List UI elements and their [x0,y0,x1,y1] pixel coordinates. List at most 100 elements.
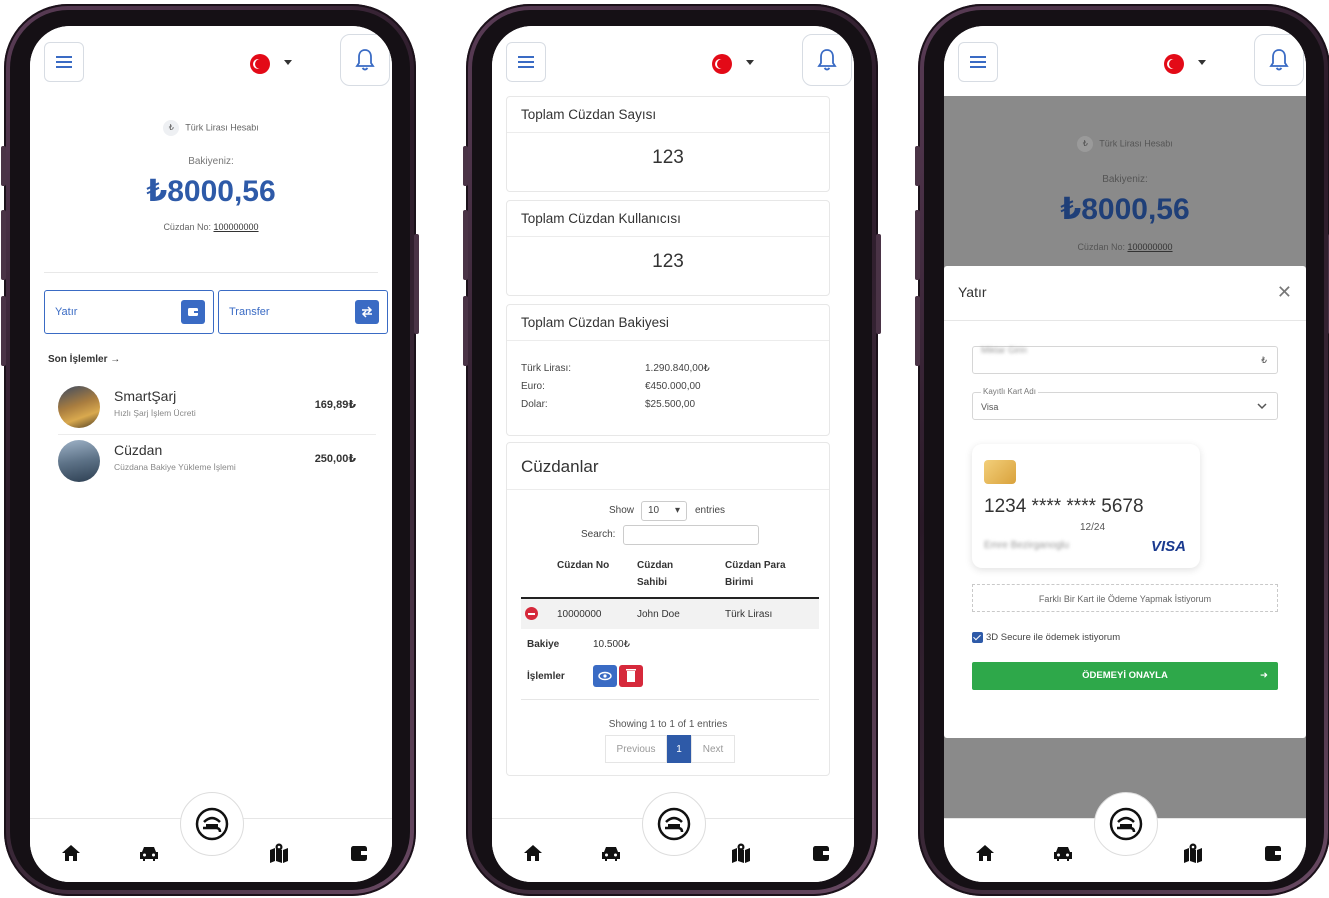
card-number: 1234 **** **** 5678 [984,496,1144,517]
wallet-icon[interactable] [348,842,370,864]
balance-row: Dolar: $25.500,00 [521,399,695,410]
balance-value: 1.290.840,00₺ [645,363,710,374]
card-holder: Emre Bezirganoglu [984,540,1070,551]
charging-brand-button[interactable] [642,792,706,856]
map-icon[interactable] [268,842,290,864]
lira-icon: ₺ [1261,355,1267,365]
column-header-no[interactable]: Cüzdan No [557,557,617,574]
next-page-button[interactable]: Next [691,735,735,763]
card-chip-icon [984,460,1016,484]
card-title: Toplam Cüzdan Sayısı [507,97,829,133]
card-title: Toplam Cüzdan Bakiyesi [507,305,829,341]
column-header-currency[interactable]: Cüzdan Para Birimi [725,557,805,591]
turkey-flag-icon[interactable] [712,54,732,74]
saved-card-label: Kayıtlı Kart Adı [981,387,1038,396]
transfer-arrows-icon [355,300,379,324]
transaction-row[interactable]: Cüzdan Cüzdana Bakiye Yükleme İşlemi 250… [58,438,378,488]
search-input[interactable] [623,525,759,545]
side-button [463,296,468,366]
card-title: Toplam Cüzdan Kullanıcısı [507,201,829,237]
balance-value: €450.000,00 [645,381,701,392]
phone-frame-3: ₺ Türk Lirası Hesabı Bakiyeniz: ₺8000,56 … [915,4,1329,896]
confirm-payment-button[interactable]: ÖDEMEYİ ONAYLA ➜ [972,662,1278,690]
balance-key: Dolar: [521,399,548,410]
column-header-owner[interactable]: Cüzdan Sahibi [637,557,697,591]
balance-label: Bakiyeniz: [188,156,234,167]
detail-balance-value: 10.500₺ [593,639,630,650]
entries-value: 10 [648,505,660,516]
notifications-button[interactable] [802,34,852,86]
page-1-button[interactable]: 1 [667,735,691,763]
transfer-button[interactable]: Transfer [218,290,388,334]
wallet-icon[interactable] [810,842,832,864]
recent-transactions-link[interactable]: Son İşlemler → [48,354,120,365]
confirm-label: ÖDEMEYİ ONAYLA [1082,670,1168,681]
turkey-flag-icon[interactable] [1164,54,1184,74]
side-button [1,146,6,186]
wallet-number-value[interactable]: 100000000 [213,222,258,232]
home-icon[interactable] [974,842,996,864]
delete-button[interactable] [619,665,643,687]
account-type: ₺ Türk Lirası Hesabı [944,136,1306,152]
transfer-label: Transfer [229,306,270,318]
balance-value: $25.500,00 [645,399,696,410]
home-icon[interactable] [522,842,544,864]
lira-icon: ₺ [163,120,180,136]
collapse-row-icon[interactable] [525,607,538,620]
transaction-avatar [58,440,100,482]
side-button [915,210,920,280]
deposit-button[interactable]: Yatır [44,290,214,334]
side-button [414,234,419,334]
wallet-icon [181,300,205,324]
amount-label: Miktar Girin [981,345,1028,355]
trash-icon [626,669,636,682]
charger-logo-icon [195,807,229,841]
different-card-button[interactable]: Farklı Bir Kart ile Ödeme Yapmak İstiyor… [972,584,1278,612]
menu-button[interactable] [958,42,998,82]
cell-owner: John Doe [637,609,680,620]
entries-label: entries [695,505,726,516]
car-icon[interactable] [600,842,622,864]
saved-card-select[interactable]: Kayıtlı Kart Adı Visa [972,387,1278,420]
eye-icon [598,671,612,681]
side-button [463,146,468,186]
chevron-down-icon[interactable] [746,60,754,65]
balance-row: Euro: €450.000,00 [521,381,701,392]
close-icon[interactable]: ✕ [1277,282,1292,303]
total-users-value: 123 [652,251,684,272]
notifications-button[interactable] [340,34,390,86]
side-button [876,234,881,334]
transaction-desc: Hızlı Şarj İşlem Ücreti [114,408,196,418]
map-icon[interactable] [1182,842,1204,864]
chevron-down-icon[interactable] [284,60,292,65]
visa-logo: VISA [1150,538,1186,555]
menu-button[interactable] [506,42,546,82]
car-icon[interactable] [138,842,160,864]
wallet-number-label: Cüzdan No: [163,222,211,232]
wallets-table-card: Cüzdanlar Show 10 ▾ entries Search: Cüzda… [506,442,830,776]
balance-label: Bakiyeniz: [1102,174,1148,185]
top-bar [492,26,854,96]
wallet-icon[interactable] [1262,842,1284,864]
balance-key: Türk Lirası: [521,363,572,374]
menu-button[interactable] [44,42,84,82]
side-button [915,146,920,186]
hamburger-icon [970,56,986,68]
car-icon[interactable] [1052,842,1074,864]
transaction-row[interactable]: SmartŞarj Hızlı Şarj İşlem Ücreti 169,89… [58,384,378,434]
deposit-modal: Yatır ✕ Miktar Girin ₺ Kayıtlı Kart Adı … [944,266,1306,738]
charging-brand-button[interactable] [180,792,244,856]
home-icon[interactable] [60,842,82,864]
card-expiry: 12/24 [1080,522,1106,533]
notifications-button[interactable] [1254,34,1304,86]
divider [521,699,819,700]
turkey-flag-icon[interactable] [250,54,270,74]
view-button[interactable] [593,665,617,687]
amount-input[interactable]: Miktar Girin ₺ [972,345,1278,374]
chevron-down-icon[interactable] [1198,60,1206,65]
previous-page-button[interactable]: Previous [605,735,667,763]
secure-3d-checkbox[interactable]: 3D Secure ile ödemek istiyorum [972,632,1120,643]
entries-select[interactable]: 10 ▾ [641,501,687,521]
charging-brand-button[interactable] [1094,792,1158,856]
map-icon[interactable] [730,842,752,864]
